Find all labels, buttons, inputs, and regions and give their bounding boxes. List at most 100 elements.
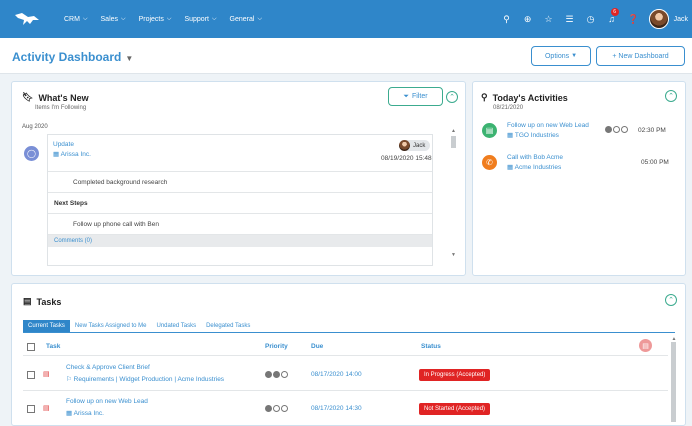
activity-title[interactable]: Follow up on new Web Lead: [507, 122, 589, 129]
star-icon[interactable]: ☆: [544, 14, 554, 25]
clock-icon[interactable]: ◷: [586, 14, 596, 25]
collapse-icon[interactable]: ⌃: [665, 90, 677, 102]
next-steps-label: Next Steps: [48, 193, 432, 214]
list-icon[interactable]: ☰: [565, 14, 575, 25]
status-filter-icon[interactable]: ▤: [639, 339, 652, 352]
filter-label: Filter: [412, 93, 428, 100]
tasks-scrollbar[interactable]: ▲: [670, 336, 678, 425]
filter-icon: ⏷: [403, 92, 410, 100]
task-related[interactable]: ▦ Arissa Inc.: [66, 409, 104, 417]
menu-support[interactable]: Support ⌵: [184, 16, 216, 23]
help-icon[interactable]: ❓: [628, 14, 639, 25]
status-badge: Not Started (Accepted): [419, 403, 491, 415]
user-avatar[interactable]: [648, 9, 669, 29]
page-header: Activity Dashboard ▼ Options ▼ + New Dash…: [0, 38, 692, 74]
app-logo[interactable]: [8, 0, 46, 38]
scroll-thumb[interactable]: [671, 342, 676, 422]
column-due[interactable]: Due: [311, 343, 323, 350]
task-due: 08/17/2020 14:00: [311, 371, 362, 378]
bell-icon[interactable]: ♫ 6: [607, 8, 619, 24]
task-clipboard-icon: ▤: [482, 123, 497, 138]
feed-item-company[interactable]: ▦ Arissa Inc.: [53, 150, 91, 158]
feed-scrollbar[interactable]: ▲ ▼: [450, 128, 457, 268]
flag-icon: ⚐: [66, 376, 72, 383]
phone-icon: ✆: [482, 155, 497, 170]
building-icon: ▦: [507, 164, 514, 171]
row-divider: [23, 390, 668, 391]
column-priority[interactable]: Priority: [265, 343, 288, 350]
chevron-down-icon: ⌵: [257, 15, 263, 22]
bookmark-icon: 🔖︎: [22, 92, 34, 102]
caret-down-icon: ▼: [571, 53, 578, 59]
collapse-icon[interactable]: ⌃: [446, 91, 458, 103]
priority-dot: [265, 405, 272, 412]
tasks-card: ▤ Tasks ⌃ Current Tasks New Tasks Assign…: [11, 283, 686, 426]
user-chip[interactable]: Jack: [399, 140, 431, 151]
clipboard-icon: ▤: [23, 296, 32, 306]
task-title[interactable]: Follow up on new Web Lead: [66, 398, 148, 405]
task-related[interactable]: ⚐ Requirements | Widget Production | Acm…: [66, 375, 224, 383]
menu-sales[interactable]: Sales ⌵: [101, 16, 126, 23]
feed-item: Update ▦ Arissa Inc. Jack 08/19/2020 15:…: [47, 134, 433, 266]
activity-company[interactable]: ▦ TGO Industries: [507, 131, 559, 139]
comment-bubble-icon: ◯: [24, 146, 39, 161]
scroll-thumb[interactable]: [451, 136, 456, 148]
page-title[interactable]: Activity Dashboard ▼: [12, 50, 133, 64]
tab-undated-tasks[interactable]: Undated Tasks: [152, 320, 202, 332]
menu-label: General: [229, 15, 255, 23]
filter-button[interactable]: ⏷ Filter: [388, 87, 443, 106]
menu-label: Sales: [100, 15, 119, 23]
new-dashboard-button[interactable]: + New Dashboard: [596, 46, 685, 66]
status-badge: In Progress (Accepted): [419, 369, 491, 381]
menu-projects[interactable]: Projects ⌵: [139, 16, 172, 23]
activity-title[interactable]: Call with Bob Acme: [507, 154, 563, 161]
whats-new-header: 🔖︎ What's New: [22, 92, 89, 103]
chevron-down-icon: ⌵: [82, 15, 88, 22]
main-menu: CRM ⌵ Sales ⌵ Projects ⌵ Support ⌵ General ⌵: [64, 16, 262, 23]
scroll-up-icon[interactable]: ▲: [450, 128, 457, 134]
column-status[interactable]: Status: [421, 343, 441, 350]
top-nav: CRM ⌵ Sales ⌵ Projects ⌵ Support ⌵ General ⌵ …: [0, 0, 692, 38]
company-name: Arissa Inc.: [60, 151, 91, 158]
activity-company[interactable]: ▦ Acme Industries: [507, 163, 561, 171]
feed-item-timestamp: 08/19/2020 15:48: [381, 155, 432, 162]
caret-down-icon: ▼: [125, 54, 134, 63]
select-all-checkbox[interactable]: [27, 343, 35, 351]
menu-label: Support: [184, 15, 209, 23]
building-icon: ▦: [53, 151, 60, 158]
search-icon[interactable]: ⚲: [502, 14, 512, 25]
feed-item-type[interactable]: Update: [53, 141, 74, 148]
menu-crm[interactable]: CRM ⌵: [64, 16, 88, 23]
whats-new-card: 🔖︎ What's New Items I'm Following ⏷ Filt…: [11, 81, 466, 276]
scroll-down-icon[interactable]: ▼: [450, 252, 457, 258]
column-task[interactable]: Task: [46, 343, 60, 350]
task-clipboard-icon: ▤: [43, 371, 50, 378]
priority-indicator: [265, 405, 288, 412]
user-name[interactable]: Jack: [674, 16, 688, 23]
task-title[interactable]: Check & Approve Client Brief: [66, 364, 150, 371]
menu-general[interactable]: General ⌵: [230, 16, 262, 23]
collapse-icon[interactable]: ⌃: [665, 294, 677, 306]
task-clipboard-icon: ▤: [43, 405, 50, 412]
options-button[interactable]: Options ▼: [531, 46, 591, 66]
priority-dot: [273, 405, 280, 412]
comments-link[interactable]: Comments (0): [48, 235, 432, 247]
building-icon: ▦: [507, 132, 514, 139]
tab-delegated-tasks[interactable]: Delegated Tasks: [201, 320, 255, 332]
whats-new-title: What's New: [38, 92, 89, 103]
todays-date: 08/21/2020: [493, 105, 524, 111]
tasks-header: ▤ Tasks: [23, 296, 61, 307]
tab-current-tasks[interactable]: Current Tasks: [23, 320, 70, 332]
add-circle-icon[interactable]: ⊕: [523, 14, 533, 25]
row-checkbox[interactable]: [27, 371, 35, 379]
activity-time: 02:30 PM: [638, 127, 666, 134]
company-name: TGO Industries: [514, 132, 559, 139]
row-checkbox[interactable]: [27, 405, 35, 413]
user-chip-name: Jack: [413, 142, 426, 149]
todays-activities-title: Today's Activities: [492, 92, 568, 103]
kangaroo-logo-icon: [15, 13, 39, 25]
tab-new-tasks[interactable]: New Tasks Assigned to Me: [70, 320, 152, 332]
priority-dot: [621, 126, 628, 133]
date-group: Aug 2020: [22, 124, 48, 130]
task-related-text: Arissa Inc.: [73, 410, 104, 417]
